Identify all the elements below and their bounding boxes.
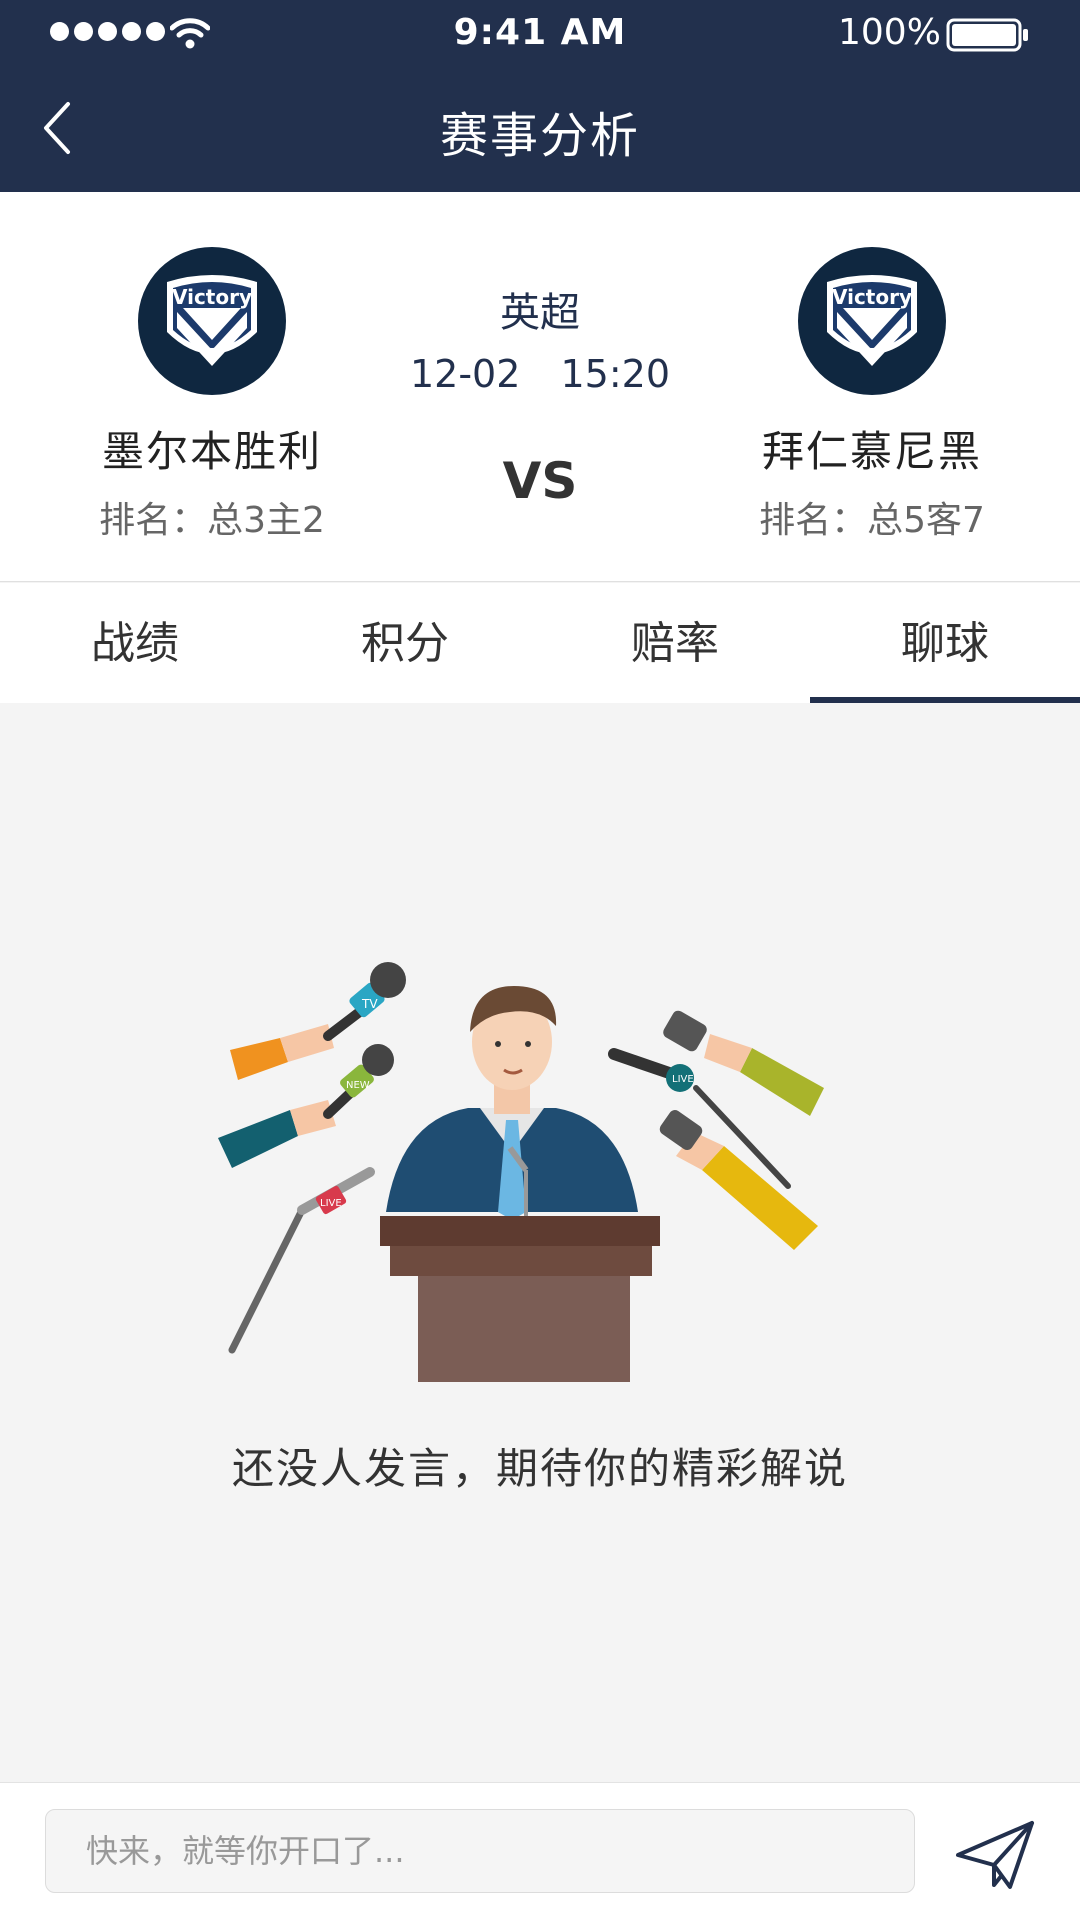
home-badge-text: Victory [172,285,252,309]
analysis-tabs: 战绩 积分 赔率 聊球 [0,583,1080,703]
vs-label: VS [502,452,578,510]
match-date: 12-02 [409,352,521,396]
chat-input[interactable] [45,1809,915,1893]
league-name: 英超 [500,290,580,336]
status-bar: 9:41 AM 100% [0,0,1080,66]
tab-standings[interactable]: 积分 [270,583,540,703]
mic-label-new: NEW [346,1080,370,1091]
top-bar: 9:41 AM 100% 赛事分析 [0,0,1080,192]
tab-record[interactable]: 战绩 [0,583,270,703]
away-team-badge: Victory [798,247,946,395]
mic-label-live-right: LIVE [672,1074,694,1085]
match-time: 15:20 [560,352,671,396]
send-icon[interactable] [950,1815,1040,1895]
empty-state-message: 还没人发言，期待你的精彩解说 [231,1444,848,1493]
chat-input-bar [0,1782,1080,1920]
home-team-name: 墨尔本胜利 [101,427,322,476]
match-header: Victory 墨尔本胜利 排名：总3主2 英超 12-02 15:20 VS … [0,192,1080,582]
tab-odds[interactable]: 赔率 [540,583,810,703]
mic-label-tv: TV [361,997,378,1011]
away-team[interactable]: Victory 拜仁慕尼黑 排名：总5客7 [722,246,1022,543]
home-team-rank: 排名：总3主2 [99,500,325,541]
mic-label-live-left: LIVE [320,1198,342,1209]
away-team-name: 拜仁慕尼黑 [761,427,982,476]
page-title: 赛事分析 [439,108,640,164]
match-datetime: 12-02 15:20 [340,352,740,396]
away-badge-text: Victory [832,285,912,309]
away-team-rank: 排名：总5客7 [759,500,985,541]
home-team-badge: Victory [138,247,286,395]
tab-chat[interactable]: 聊球 [810,583,1080,703]
battery-percent: 100% [838,12,941,53]
press-conference-illustration: TV NEW LIVE LIVE [218,962,824,1382]
battery-icon [946,18,1028,52]
home-team[interactable]: Victory 墨尔本胜利 排名：总3主2 [62,246,362,543]
